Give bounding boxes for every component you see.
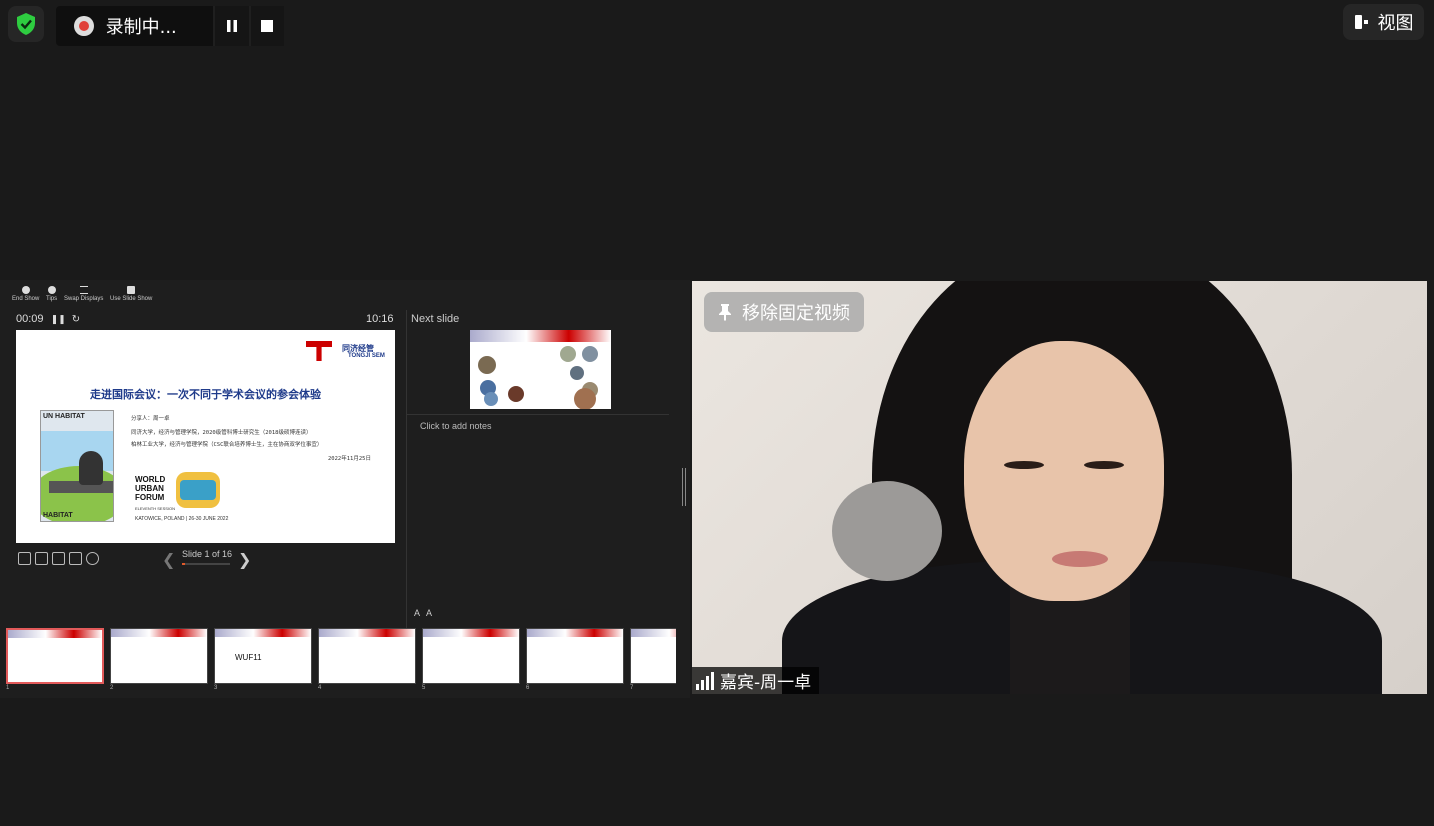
slide-line: 分享人：周一卓 [131, 416, 170, 422]
slide-thumbnail[interactable] [422, 628, 520, 684]
next-slide-preview[interactable] [470, 330, 611, 409]
slide-thumbnail[interactable]: WUF11 [214, 628, 312, 684]
swap-displays-label: Swap Displays [64, 296, 104, 302]
tips-button[interactable]: Tips [46, 286, 57, 302]
thumbnail-number: 4 [318, 685, 322, 690]
clock: 10:16 [366, 313, 394, 325]
slideshow-icon [127, 286, 136, 294]
tu-berlin-logo [306, 341, 332, 361]
thumbnail-number: 1 [6, 685, 10, 690]
previous-slide-button[interactable]: ❮ [162, 550, 175, 570]
shield-check-icon [17, 13, 35, 35]
slide-thumbnail[interactable] [630, 628, 676, 684]
laser-pointer-icon[interactable] [35, 552, 48, 565]
next-slide-label: Next slide [411, 313, 460, 325]
slide-line: 柏林工业大学，经济与管理学院（CSC联合培养博士生，主在协商双学位事宜） [131, 442, 323, 448]
slide-filmstrip: 1 2 WUF11 3 4 5 6 7 [4, 628, 676, 690]
split-resize-handle[interactable] [682, 468, 686, 506]
wuf-line: URBAN [135, 484, 164, 493]
slide-thumbnail[interactable] [6, 628, 104, 684]
video-mouth [1052, 551, 1108, 567]
participant-name: 嘉宾-周一卓 [720, 673, 812, 693]
slide-thumbnail[interactable] [110, 628, 208, 684]
security-shield-button[interactable] [8, 6, 44, 42]
wuf-date: KATOWICE, POLAND | 26-30 JUNE 2022 [135, 516, 229, 522]
slide-line: 同济大学，经济与管理学院，2020级管科博士研究生（2018级硕博连读） [131, 430, 312, 436]
un-habitat-poster: UN HABITAT HABITAT [40, 410, 114, 522]
participant-name-tag: 嘉宾-周一卓 [692, 667, 820, 694]
elapsed-time: 00:09 [16, 313, 44, 325]
wuf-session: ELEVENTH SESSION [135, 506, 176, 511]
increase-font-button[interactable]: A [414, 608, 426, 618]
signal-strength-icon [696, 671, 714, 690]
wuf-line: FORUM [135, 493, 165, 502]
font-size-buttons: AA [414, 608, 438, 618]
recording-status-label: 录制中... [105, 17, 177, 38]
video-eye [1084, 461, 1124, 469]
pen-icon[interactable] [18, 552, 31, 565]
next-slide-button[interactable]: ❯ [238, 550, 251, 570]
stop-recording-button[interactable] [248, 6, 284, 46]
wuf-logo-text: WORLD URBAN FORUM [135, 475, 165, 502]
notes-area[interactable]: Click to add notes [420, 421, 492, 431]
unpin-label: 移除固定视频 [742, 303, 850, 324]
panel-divider [406, 310, 407, 630]
pin-icon [719, 304, 731, 321]
use-slide-show-label: Use Slide Show [110, 296, 153, 302]
notes-divider [407, 414, 669, 415]
thumbnail-number: 3 [214, 685, 218, 690]
slide-counter: Slide 1 of 16 [182, 549, 233, 559]
end-show-button[interactable]: End Show [12, 286, 39, 302]
unpin-video-button[interactable]: 移除固定视频 [704, 292, 864, 332]
slide-progress-bar [182, 563, 230, 565]
annotation-tools [18, 552, 99, 565]
slide-progress-fill [182, 563, 185, 565]
video-eye [1004, 461, 1044, 469]
view-button-label: 视图 [1377, 13, 1414, 34]
more-options-icon[interactable] [86, 552, 99, 565]
stop-icon [261, 20, 274, 32]
view-button[interactable]: 视图 [1343, 4, 1424, 40]
thumbnail-number: 5 [422, 685, 426, 690]
pinned-video-tile[interactable]: 移除固定视频 嘉宾-周一卓 [692, 281, 1427, 694]
swap-icon [79, 286, 88, 294]
recording-bar: 录制中... [56, 6, 284, 46]
presenter-view-panel: End Show Tips Swap Displays Use Slide Sh… [0, 280, 690, 698]
camera-off-icon[interactable] [69, 552, 82, 565]
use-slide-show-button[interactable]: Use Slide Show [110, 286, 152, 302]
slide-title: 走进国际会议：一次不同于学术会议的参会体验 [90, 388, 321, 401]
pause-icon [227, 20, 238, 32]
swap-displays-button[interactable]: Swap Displays [64, 286, 103, 302]
slide-thumbnail[interactable] [526, 628, 624, 684]
end-show-label: End Show [12, 296, 40, 302]
poster-bottom-text: HABITAT [43, 512, 73, 519]
thumbnail-label: WUF11 [235, 653, 262, 662]
thumbnail-number: 2 [110, 685, 114, 690]
elapsed-timer: 00:09 ❚❚ ↻ [16, 313, 80, 325]
poster-top-text: UN HABITAT [43, 413, 85, 420]
thumbnail-number: 7 [630, 685, 634, 690]
slide-thumbnail[interactable] [318, 628, 416, 684]
close-icon [21, 286, 30, 294]
tips-label: Tips [46, 296, 58, 302]
slide-date: 2022年11月25日 [328, 456, 371, 462]
info-icon [47, 286, 56, 294]
decrease-font-button[interactable]: A [426, 608, 438, 618]
reset-timer-icon[interactable]: ↻ [72, 314, 80, 325]
pause-timer-icon[interactable]: ❚❚ [51, 314, 66, 324]
pause-recording-button[interactable] [213, 6, 249, 46]
view-layout-icon [1354, 15, 1368, 29]
captions-icon[interactable] [52, 552, 65, 565]
record-indicator-icon [74, 16, 94, 36]
current-slide: 同济经管 TONGJI SEM 走进国际会议：一次不同于学术会议的参会体验 分享… [16, 330, 395, 543]
wuf-line: WORLD [135, 475, 166, 484]
video-fur-collar [832, 481, 942, 581]
tongji-logo-sub: TONGJI SEM [348, 353, 385, 359]
wuf-illustration [176, 472, 220, 508]
thumbnail-number: 6 [526, 685, 530, 690]
video-face [964, 341, 1164, 601]
